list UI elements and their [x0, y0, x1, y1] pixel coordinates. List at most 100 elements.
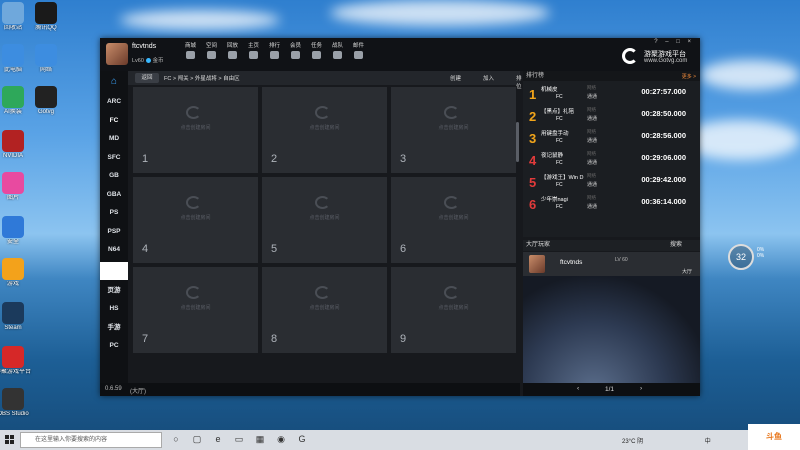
room-tile[interactable]: 点击创建房间 6 [391, 177, 516, 263]
platform-tab[interactable]: PSP [100, 223, 128, 242]
platform-tab[interactable]: ARC [100, 93, 128, 112]
room-tile[interactable]: 点击创建房间 5 [262, 177, 387, 263]
leaderboard-row[interactable]: 3 用键盘手动 FC 网络 通通 00:28:56.000 [523, 127, 700, 147]
hall-search-button[interactable]: 搜索 [670, 240, 682, 251]
clear-time: 00:36:14.000 [641, 197, 686, 206]
status-text: (大厅) [130, 389, 146, 395]
room-hint: 点击创建房间 [180, 215, 211, 221]
nav-item-label: 任务 [310, 43, 322, 49]
nav-item[interactable]: 主页 [243, 41, 264, 59]
room-hint: 点击创建房间 [309, 305, 340, 311]
back-button[interactable]: 返回 [135, 73, 159, 83]
ime-indicator[interactable]: 中 [705, 439, 711, 445]
platform-tab[interactable]: N64 [100, 241, 128, 260]
platform: FC [556, 160, 563, 166]
gotvg-icon[interactable]: G [296, 433, 308, 445]
platform-tab[interactable]: SFC [100, 149, 128, 168]
prev-page-button[interactable]: ‹ [577, 385, 579, 392]
create-button[interactable]: 创建 [450, 74, 461, 82]
home-icon[interactable]: ⌂ [100, 71, 128, 93]
desktop-shortcut[interactable]: Gotvg [15, 86, 77, 116]
room-number: 7 [142, 333, 149, 345]
leaderboard-row[interactable]: 4 夜记鼠静 FC 网络 通通 00:29:06.000 [523, 149, 700, 169]
desktop-shortcut[interactable]: 网络 [15, 44, 77, 74]
taskbar-search-input[interactable]: 在这里输入你要搜索的内容 [20, 432, 162, 448]
network-status: 通通 [587, 160, 598, 166]
windows-start-icon[interactable] [5, 435, 15, 445]
player-name: 机械皮 [541, 87, 558, 93]
desktop-shortcut-label: 游戏 [6, 281, 19, 287]
platform-tab[interactable]: GBA [100, 186, 128, 205]
platform-tab[interactable]: 页游 [100, 282, 128, 301]
app-window: ftcvtnds Lv60 金币 商城 空间 回放 主页 排行 会员 任务 战队 邮件 ? – … [100, 38, 700, 396]
edge-icon[interactable]: e [212, 433, 224, 445]
desktop-shortcut-label: 图片 [6, 195, 19, 201]
nav-item[interactable]: 排行 [264, 41, 285, 59]
gotvg-logo-icon [444, 286, 459, 299]
room-tile[interactable]: 点击创建房间 7 [133, 267, 258, 353]
platform-tab[interactable]: PS [100, 204, 128, 223]
desktop-shortcut[interactable]: 安全 [0, 216, 44, 246]
weather[interactable]: 23°C 阴 [622, 439, 643, 445]
platform-tab[interactable]: HS [100, 300, 128, 319]
platform-tab[interactable]: PC [100, 337, 128, 356]
desktop-shortcut-label: 游聚游戏平台 [0, 369, 31, 375]
nav-item[interactable]: 邮件 [348, 41, 369, 59]
desktop-shortcut[interactable]: NVIDIA [0, 130, 44, 160]
leaderboard-row[interactable]: 5 【游戏王】Win D FC 网络 通通 00:29:42.000 [523, 171, 700, 191]
room-tile[interactable]: 点击创建房间 9 [391, 267, 516, 353]
room-tile[interactable]: 点击创建房间 2 [262, 87, 387, 173]
leaderboard-row[interactable]: 2 【黑点】礼陪 FC 网络 通通 00:28:50.000 [523, 105, 700, 125]
leaderboard-row[interactable]: 1 机械皮 FC 网络 通通 00:27:57.000 [523, 83, 700, 103]
platform-tab[interactable]: MD [100, 130, 128, 149]
next-page-button[interactable]: › [640, 385, 642, 392]
join-button[interactable]: 加入 [483, 74, 494, 82]
network-label: 网络 [587, 129, 596, 134]
window-controls[interactable]: ? – □ × [654, 39, 694, 45]
nav-item[interactable]: 任务 [306, 41, 327, 59]
store-icon[interactable]: ▦ [254, 433, 266, 445]
folder-icon[interactable]: ▭ [233, 433, 245, 445]
desktop-shortcut[interactable]: 游戏 [0, 258, 44, 288]
desktop-shortcut[interactable]: 游聚游戏平台 [0, 346, 44, 376]
room-tile[interactable]: 点击创建房间 8 [262, 267, 387, 353]
desktop-shortcut[interactable]: Steam [0, 302, 44, 332]
player-name: 【游戏王】Win D [541, 175, 584, 181]
rank-position: 5 [529, 175, 537, 190]
room-tile[interactable]: 点击创建房间 1 [133, 87, 258, 173]
performance-widget[interactable]: 32 [728, 244, 754, 270]
desktop-shortcut[interactable]: 腾讯QQ [15, 2, 77, 32]
nav-item[interactable]: 会员 [285, 41, 306, 59]
background-art [523, 276, 700, 383]
clear-time: 00:29:06.000 [641, 153, 686, 162]
search-icon[interactable]: ○ [170, 433, 182, 445]
nav-item[interactable]: 商城 [180, 41, 201, 59]
rank-position: 2 [529, 109, 537, 124]
nav-item[interactable]: 战队 [327, 41, 348, 59]
nav-item[interactable]: 回放 [222, 41, 243, 59]
username[interactable]: ftcvtnds [132, 43, 156, 50]
task-view-icon[interactable]: ▢ [191, 433, 203, 445]
sidebar-divider [100, 261, 128, 280]
desktop-shortcut[interactable]: OBS Studio [0, 388, 44, 418]
platform: FC [556, 204, 563, 210]
nav-item[interactable]: 空间 [201, 41, 222, 59]
page-indicator: 1/1 [605, 386, 615, 393]
leaderboard-more-link[interactable]: 更多 > [682, 73, 696, 80]
platform-tab[interactable]: 手游 [100, 319, 128, 338]
room-tile[interactable]: 点击创建房间 4 [133, 177, 258, 263]
shield-icon [2, 216, 24, 238]
network-label: 网络 [587, 195, 596, 200]
scrollbar[interactable] [516, 122, 519, 162]
desktop-shortcut[interactable]: 图片 [0, 172, 44, 202]
nav-icon [228, 51, 237, 59]
leaderboard-row[interactable]: 6 少年崇nagi FC 网络 通通 00:36:14.000 [523, 193, 700, 213]
player-name: ftcvtnds [560, 259, 583, 266]
hall-player-row[interactable]: ftcvtnds LV 60 大厅 [523, 252, 700, 276]
room-tile[interactable]: 点击创建房间 3 [391, 87, 516, 173]
obs-icon[interactable]: ◉ [275, 433, 287, 445]
platform-tab[interactable]: GB [100, 167, 128, 186]
top-nav: 商城 空间 回放 主页 排行 会员 任务 战队 邮件 [180, 41, 369, 59]
avatar[interactable] [106, 43, 128, 65]
platform-tab[interactable]: FC [100, 112, 128, 131]
